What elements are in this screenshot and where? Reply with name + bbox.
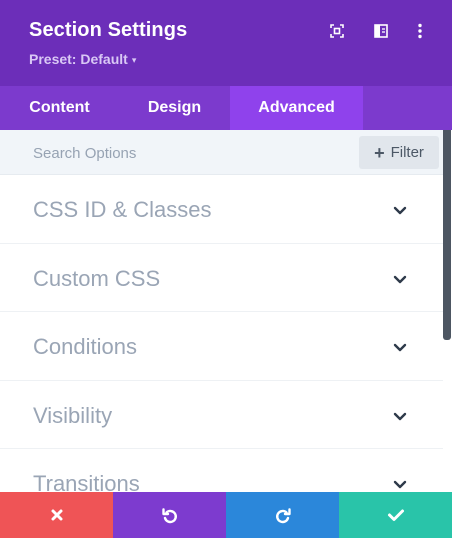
- redo-button[interactable]: [226, 492, 339, 538]
- more-vertical-icon[interactable]: [411, 22, 429, 40]
- settings-panel: Section Settings Preset: Default ▾ Conte…: [0, 0, 452, 538]
- group-label: Conditions: [33, 334, 137, 359]
- focus-icon[interactable]: [328, 22, 346, 40]
- chevron-down-icon: [393, 206, 407, 215]
- chevron-down-icon: [393, 412, 407, 420]
- tab-design[interactable]: Design: [119, 86, 230, 130]
- group-label: Custom CSS: [33, 265, 161, 291]
- filter-label: Filter: [390, 144, 424, 161]
- save-button[interactable]: [339, 492, 452, 538]
- option-group-css-id-classes[interactable]: CSS ID & Classes: [0, 175, 443, 244]
- checkmark-icon: [387, 509, 404, 521]
- discard-button[interactable]: [0, 492, 113, 538]
- option-groups-list: CSS ID & Classes Custom CSS Conditions V…: [0, 175, 443, 518]
- preset-label: Preset: Default: [29, 51, 128, 67]
- scrollbar-thumb[interactable]: [443, 130, 451, 340]
- tab-advanced[interactable]: Advanced: [230, 86, 363, 130]
- search-bar: + Filter: [0, 130, 443, 175]
- chevron-down-icon: [393, 480, 407, 489]
- tab-bar: Content Design Advanced: [0, 86, 452, 130]
- caret-down-icon: ▾: [131, 55, 137, 65]
- chevron-down-icon: [393, 343, 407, 352]
- close-icon: [51, 509, 62, 521]
- search-options-input[interactable]: [33, 142, 333, 164]
- panel-header: Section Settings Preset: Default ▾: [0, 0, 452, 86]
- group-label: Visibility: [33, 402, 113, 428]
- option-group-custom-css[interactable]: Custom CSS: [0, 244, 443, 312]
- undo-icon: [161, 508, 177, 524]
- tab-content[interactable]: Content: [0, 86, 119, 130]
- option-group-visibility[interactable]: Visibility: [0, 381, 443, 449]
- group-label: CSS ID & Classes: [33, 197, 212, 222]
- plus-icon: +: [374, 142, 385, 163]
- undo-button[interactable]: [113, 492, 226, 538]
- split-view-icon[interactable]: [372, 22, 390, 40]
- action-footer: [0, 492, 452, 538]
- chevron-down-icon: [393, 275, 407, 283]
- option-group-conditions[interactable]: Conditions: [0, 312, 443, 381]
- filter-button[interactable]: + Filter: [359, 136, 439, 169]
- preset-selector[interactable]: Preset: Default ▾: [29, 51, 136, 67]
- redo-icon: [275, 508, 291, 524]
- panel-title: Section Settings: [29, 19, 188, 41]
